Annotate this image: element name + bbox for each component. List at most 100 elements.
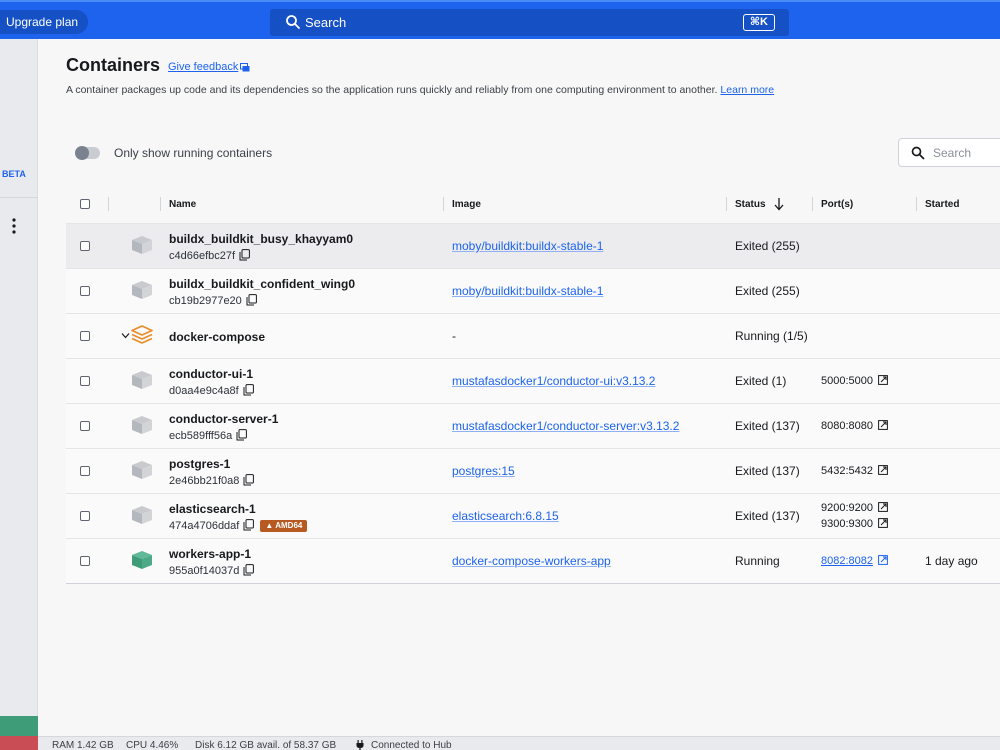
chevron-down-icon[interactable] [121,332,130,339]
column-header-name[interactable]: Name [169,199,196,210]
page-description: A container packages up code and its dep… [66,84,774,96]
copy-icon[interactable] [243,384,254,396]
image-link[interactable]: mustafasdocker1/conductor-ui:v3.13.2 [452,374,655,388]
table-row[interactable]: conductor-ui-1 d0aa4e9c4a8f mustafasdock… [66,358,1000,403]
plug-icon [356,740,364,750]
table-row[interactable]: workers-app-1 955a0f14037d docker-compos… [66,538,1000,583]
feedback-icon[interactable] [240,63,250,73]
table-row[interactable]: buildx_buildkit_busy_khayyam0 c4d66efbc2… [66,223,1000,268]
containers-table: Name Image Status Port(s) Started buildx… [66,185,1000,584]
compose-stack-icon [131,325,153,344]
copy-icon[interactable] [243,564,255,576]
row-checkbox[interactable] [80,241,90,251]
container-name[interactable]: elasticsearch-1 [169,502,256,516]
image-link[interactable]: moby/buildkit:buildx-stable-1 [452,239,603,253]
container-id-text: d0aa4e9c4a8f [169,385,239,397]
container-id: cb19b2977e20 [169,294,257,307]
external-link-icon[interactable] [878,518,888,528]
port-text[interactable]: 8082:8082 [821,555,873,567]
row-checkbox[interactable] [80,556,90,566]
row-checkbox[interactable] [80,286,90,296]
table-header: Name Image Status Port(s) Started [66,185,1000,223]
copy-icon[interactable] [236,429,248,441]
status-text: Exited (1) [735,374,787,388]
image-link[interactable]: moby/buildkit:buildx-stable-1 [452,284,603,298]
learn-more-link[interactable]: Learn more [720,84,774,96]
table-row[interactable]: docker-compose - Running (1/5) [66,313,1000,358]
container-name[interactable]: buildx_buildkit_confident_wing0 [169,277,355,291]
column-header-status[interactable]: Status [735,199,766,210]
give-feedback-link[interactable]: Give feedback [168,61,238,73]
table-row[interactable]: postgres-1 2e46bb21f0a8 postgres:15 Exit… [66,448,1000,493]
ram-usage: RAM 1.42 GB [52,740,114,750]
external-link-icon[interactable] [878,420,888,430]
column-separator [916,197,917,211]
container-name[interactable]: workers-app-1 [169,547,251,561]
container-name[interactable]: conductor-ui-1 [169,367,253,381]
beta-badge: BETA [2,169,26,179]
column-header-started[interactable]: Started [925,199,959,210]
table-row[interactable]: buildx_buildkit_confident_wing0 cb19b297… [66,268,1000,313]
global-search-bar[interactable]: Search ⌘K [270,9,789,36]
image-link[interactable]: mustafasdocker1/conductor-server:v3.13.2 [452,419,679,433]
column-separator [726,197,727,211]
column-header-ports[interactable]: Port(s) [821,199,853,210]
container-stopped-icon [132,281,152,299]
status-text: Exited (137) [735,509,800,523]
row-checkbox[interactable] [80,421,90,431]
external-link-icon[interactable] [878,375,888,385]
container-search-input[interactable] [933,144,1000,162]
upgrade-plan-button[interactable]: Upgrade plan [0,10,89,34]
row-checkbox[interactable] [80,376,90,386]
image-link[interactable]: elasticsearch:6.8.15 [452,509,559,523]
column-header-image[interactable]: Image [452,199,481,210]
status-text: Exited (137) [735,419,800,433]
image-link[interactable]: docker-compose-workers-app [452,554,611,568]
container-name[interactable]: conductor-server-1 [169,412,278,426]
copy-icon[interactable] [246,294,257,306]
port-text: 5000:5000 [821,375,873,387]
container-stopped-icon [132,506,152,524]
cpu-usage: CPU 4.46% [126,740,179,750]
external-link-icon[interactable] [878,465,888,475]
hub-connection-status[interactable]: Connected to Hub [371,740,452,750]
copy-icon[interactable] [243,519,255,531]
row-checkbox[interactable] [80,331,90,341]
engine-status-indicator[interactable] [0,716,38,736]
column-separator [812,197,813,211]
compose-stack-name[interactable]: docker-compose [169,330,265,344]
container-name[interactable]: postgres-1 [169,457,230,471]
disk-usage: Disk 6.12 GB avail. of 58.37 GB [195,740,337,750]
port-mapping: 5000:5000 [821,375,888,387]
table-row[interactable]: conductor-server-1 ecb589fff56a mustafas… [66,403,1000,448]
port-text: 8080:8080 [821,420,873,432]
column-separator [443,197,444,211]
container-id-text: 2e46bb21f0a8 [169,475,240,487]
container-id-text: 955a0f14037d [169,565,240,577]
external-link-icon[interactable] [878,555,888,565]
running-only-toggle[interactable] [75,146,100,160]
select-all-checkbox[interactable] [80,199,90,209]
port-mapping-link[interactable]: 8082:8082 [821,555,888,567]
external-link-icon[interactable] [878,502,888,512]
more-options-icon[interactable] [10,217,18,235]
container-name[interactable]: buildx_buildkit_busy_khayyam0 [169,232,353,246]
image-link[interactable]: postgres:15 [452,464,515,478]
copy-icon[interactable] [243,474,255,486]
container-running-icon [132,551,152,569]
row-checkbox[interactable] [80,511,90,521]
containers-view: Containers Give feedback A container pac… [38,39,1000,736]
table-row[interactable]: elasticsearch-1 474a4706ddaf ▲ AMD64 elas… [66,493,1000,538]
notification-indicator[interactable] [0,736,38,750]
search-shortcut: ⌘K [742,14,775,31]
status-text: Exited (255) [735,284,800,298]
badge-text: AMD64 [275,521,303,530]
sidebar-divider [0,197,38,198]
copy-icon[interactable] [239,249,250,261]
port-mapping: 9300:9300 [821,518,888,530]
sort-descending-icon[interactable] [774,197,784,211]
description-text: A container packages up code and its dep… [66,84,718,96]
started-text: 1 day ago [925,554,978,568]
image-text: - [452,329,456,343]
row-checkbox[interactable] [80,466,90,476]
